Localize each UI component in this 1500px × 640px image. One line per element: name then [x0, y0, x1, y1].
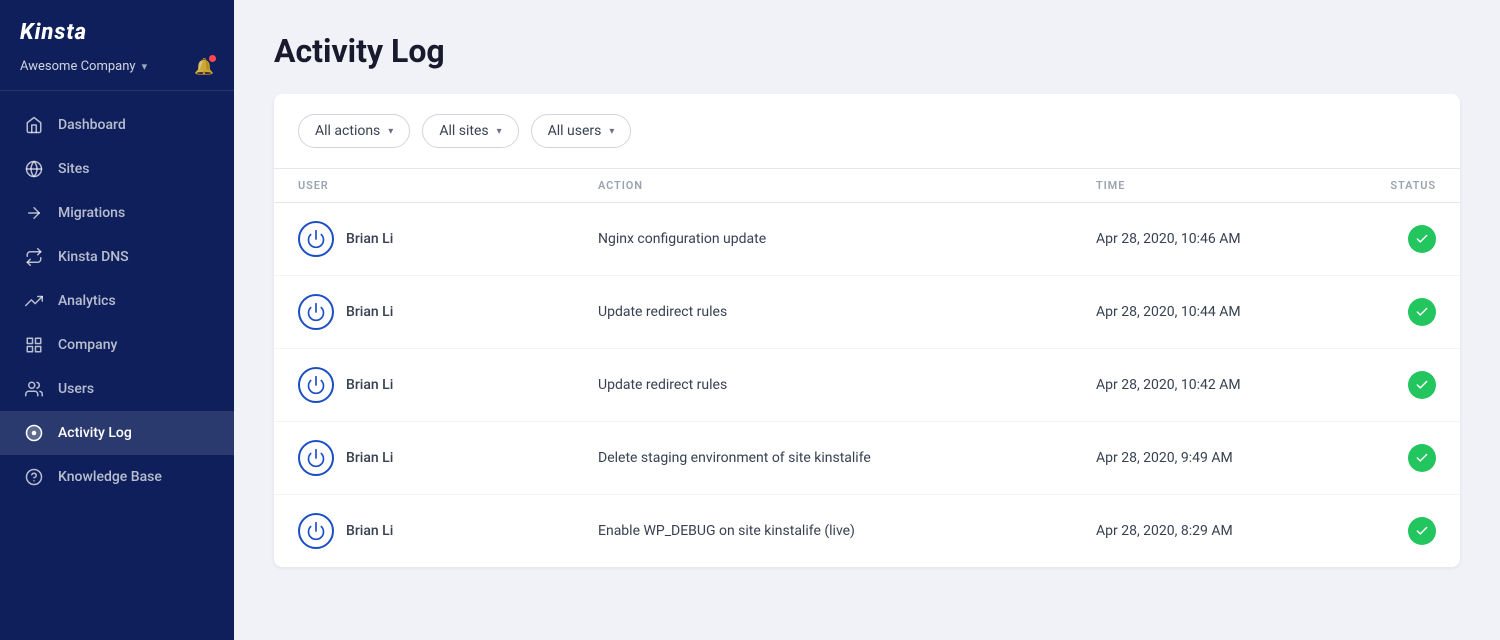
filter-sites-label: All sites	[439, 123, 488, 139]
status-success-icon	[1408, 371, 1436, 399]
dns-icon	[24, 247, 44, 267]
action-text: Nginx configuration update	[598, 231, 1096, 247]
filter-actions-label: All actions	[315, 123, 380, 139]
sidebar-item-label: Company	[58, 337, 117, 353]
activity-log-icon	[24, 423, 44, 443]
sidebar-item-dashboard[interactable]: Dashboard	[0, 103, 234, 147]
sidebar-header: Kinsta Awesome Company ▾ 🔔	[0, 0, 234, 91]
avatar	[298, 513, 334, 549]
col-header-action: ACTION	[598, 179, 1096, 192]
company-chevron-icon: ▾	[142, 60, 148, 73]
company-name: Awesome Company	[20, 59, 136, 74]
sidebar-item-users[interactable]: Users	[0, 367, 234, 411]
user-cell: Brian Li	[298, 440, 598, 476]
kinsta-logo: Kinsta	[20, 20, 214, 45]
status-cell	[1316, 298, 1436, 326]
sidebar-item-label: Analytics	[58, 293, 116, 309]
time-text: Apr 28, 2020, 9:49 AM	[1096, 450, 1316, 466]
avatar	[298, 440, 334, 476]
status-success-icon	[1408, 225, 1436, 253]
filter-sites[interactable]: All sites ▾	[422, 114, 518, 148]
main-content: Activity Log All actions ▾ All sites ▾ A…	[234, 0, 1500, 640]
analytics-icon	[24, 291, 44, 311]
filter-actions-chevron-icon: ▾	[388, 126, 393, 137]
sidebar-item-sites[interactable]: Sites	[0, 147, 234, 191]
user-name: Brian Li	[346, 450, 393, 466]
knowledge-base-icon	[24, 467, 44, 487]
filter-users-chevron-icon: ▾	[609, 126, 614, 137]
user-name: Brian Li	[346, 304, 393, 320]
sidebar-item-migrations[interactable]: Migrations	[0, 191, 234, 235]
log-table: Brian Li Nginx configuration update Apr …	[274, 203, 1460, 567]
sidebar-item-label: Kinsta DNS	[58, 249, 129, 265]
activity-log-card: All actions ▾ All sites ▾ All users ▾ US…	[274, 94, 1460, 567]
table-row: Brian Li Update redirect rules Apr 28, 2…	[274, 349, 1460, 422]
filter-sites-chevron-icon: ▾	[497, 126, 502, 137]
avatar	[298, 221, 334, 257]
status-cell	[1316, 517, 1436, 545]
sidebar-item-label: Migrations	[58, 205, 125, 221]
status-cell	[1316, 371, 1436, 399]
time-text: Apr 28, 2020, 10:42 AM	[1096, 377, 1316, 393]
col-header-time: TIME	[1096, 179, 1316, 192]
filter-users-label: All users	[548, 123, 602, 139]
action-text: Enable WP_DEBUG on site kinstalife (live…	[598, 523, 1096, 539]
sidebar-nav: Dashboard Sites Migrations Kinsta DNS	[0, 91, 234, 640]
content-area: All actions ▾ All sites ▾ All users ▾ US…	[234, 94, 1500, 640]
home-icon	[24, 115, 44, 135]
filter-users[interactable]: All users ▾	[531, 114, 632, 148]
col-header-status: STATUS	[1316, 179, 1436, 192]
company-selector[interactable]: Awesome Company ▾ 🔔	[20, 55, 214, 78]
migrations-icon	[24, 203, 44, 223]
globe-icon	[24, 159, 44, 179]
status-success-icon	[1408, 298, 1436, 326]
sidebar-item-label: Activity Log	[58, 425, 132, 441]
table-row: Brian Li Nginx configuration update Apr …	[274, 203, 1460, 276]
col-header-user: USER	[298, 179, 598, 192]
table-header: USER ACTION TIME STATUS	[274, 168, 1460, 203]
user-name: Brian Li	[346, 231, 393, 247]
time-text: Apr 28, 2020, 8:29 AM	[1096, 523, 1316, 539]
sidebar-item-activity-log[interactable]: Activity Log	[0, 411, 234, 455]
filter-actions[interactable]: All actions ▾	[298, 114, 410, 148]
avatar	[298, 367, 334, 403]
action-text: Update redirect rules	[598, 304, 1096, 320]
filters-bar: All actions ▾ All sites ▾ All users ▾	[274, 94, 1460, 168]
company-icon	[24, 335, 44, 355]
status-cell	[1316, 225, 1436, 253]
sidebar-item-label: Users	[58, 381, 94, 397]
sidebar-item-label: Knowledge Base	[58, 469, 162, 485]
user-name: Brian Li	[346, 377, 393, 393]
page-header: Activity Log	[234, 0, 1500, 94]
user-cell: Brian Li	[298, 367, 598, 403]
user-name: Brian Li	[346, 523, 393, 539]
sidebar-item-kinsta-dns[interactable]: Kinsta DNS	[0, 235, 234, 279]
status-success-icon	[1408, 517, 1436, 545]
table-row: Brian Li Enable WP_DEBUG on site kinstal…	[274, 495, 1460, 567]
users-icon	[24, 379, 44, 399]
user-cell: Brian Li	[298, 513, 598, 549]
avatar	[298, 294, 334, 330]
sidebar-item-label: Sites	[58, 161, 89, 177]
page-title: Activity Log	[274, 32, 1460, 70]
sidebar-item-knowledge-base[interactable]: Knowledge Base	[0, 455, 234, 499]
notification-bell[interactable]: 🔔	[194, 57, 214, 76]
sidebar-item-label: Dashboard	[58, 117, 126, 133]
table-row: Brian Li Update redirect rules Apr 28, 2…	[274, 276, 1460, 349]
status-cell	[1316, 444, 1436, 472]
sidebar-item-analytics[interactable]: Analytics	[0, 279, 234, 323]
table-row: Brian Li Delete staging environment of s…	[274, 422, 1460, 495]
action-text: Delete staging environment of site kinst…	[598, 450, 1096, 466]
time-text: Apr 28, 2020, 10:44 AM	[1096, 304, 1316, 320]
user-cell: Brian Li	[298, 221, 598, 257]
status-success-icon	[1408, 444, 1436, 472]
user-cell: Brian Li	[298, 294, 598, 330]
sidebar-item-company[interactable]: Company	[0, 323, 234, 367]
sidebar: Kinsta Awesome Company ▾ 🔔 Dashboard Sit…	[0, 0, 234, 640]
time-text: Apr 28, 2020, 10:46 AM	[1096, 231, 1316, 247]
notification-dot	[209, 55, 216, 62]
action-text: Update redirect rules	[598, 377, 1096, 393]
